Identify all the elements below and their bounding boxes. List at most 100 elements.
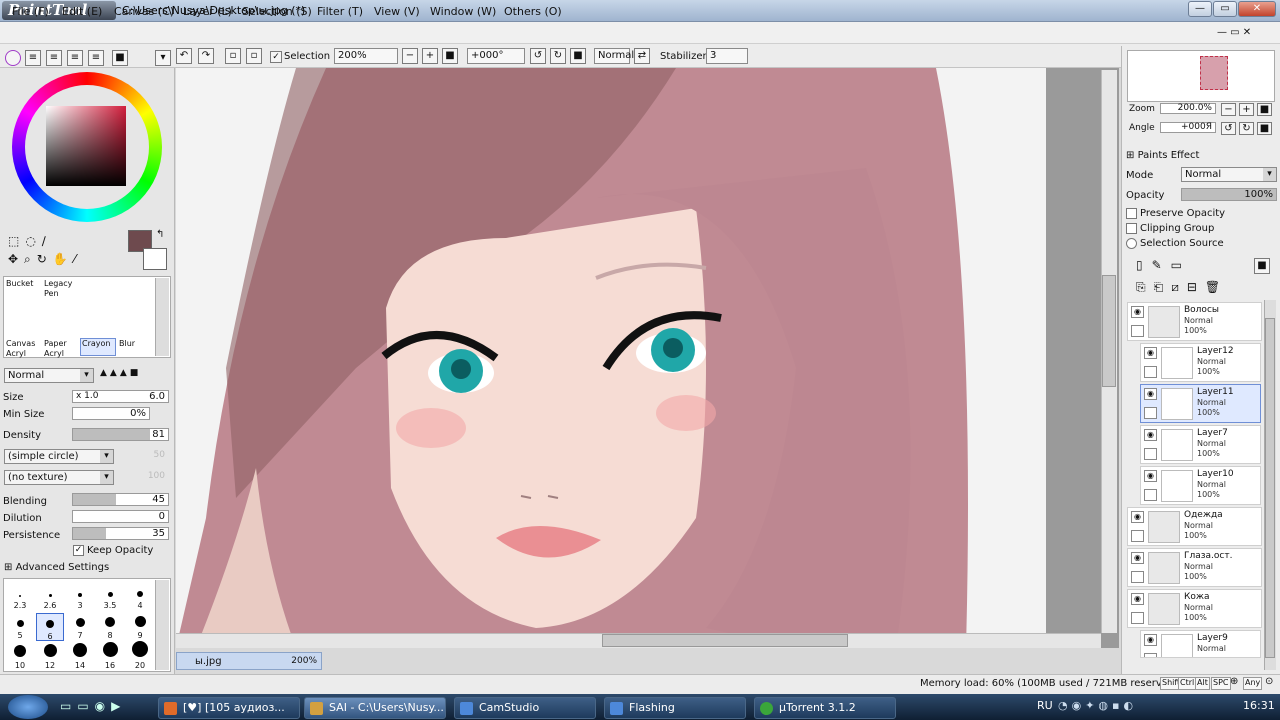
brush-size-item[interactable]: 12: [36, 643, 64, 671]
menu-window-controls[interactable]: — ▭ ✕: [1217, 27, 1251, 38]
menu-layer[interactable]: Layer (L): [183, 5, 232, 18]
layer-item[interactable]: ◉ Layer9 Normal: [1140, 630, 1261, 658]
brush-size-item[interactable]: 3.5: [96, 583, 124, 611]
clipping-group-checkbox[interactable]: [1126, 223, 1137, 234]
taskbar-item-utorrent[interactable]: µTorrent 3.1.2: [754, 697, 896, 719]
visibility-eye-icon[interactable]: ◉: [1144, 388, 1157, 400]
taskbar-item-flashing[interactable]: Flashing: [604, 697, 746, 719]
layer-lock-checkbox[interactable]: [1144, 448, 1157, 460]
layer-lock-checkbox[interactable]: [1131, 325, 1144, 337]
brush-size-item[interactable]: 9: [126, 613, 154, 641]
tool-bucket[interactable]: Bucket: [6, 279, 33, 288]
layer-lock-checkbox[interactable]: [1144, 366, 1157, 378]
layer-item[interactable]: ◉ Layer7 Normal 100%: [1140, 425, 1261, 464]
nav-zoom-out-icon[interactable]: −: [1221, 103, 1236, 116]
visibility-eye-icon[interactable]: ◉: [1131, 552, 1144, 564]
menu-canvas[interactable]: Canvas (C): [114, 5, 174, 18]
rotate-right-icon[interactable]: ↻: [550, 48, 566, 64]
layer-lock-checkbox[interactable]: [1131, 571, 1144, 583]
dilution-slider[interactable]: 0: [72, 510, 169, 523]
zoom-in-icon[interactable]: +: [422, 48, 438, 64]
layer-create-icons[interactable]: ▯✎▭: [1136, 258, 1191, 272]
navigation-tools-icon[interactable]: ✥⌕↻✋⁄: [8, 252, 118, 268]
brush-size-item[interactable]: 10: [6, 643, 34, 671]
close-button[interactable]: ✕: [1238, 1, 1276, 17]
brush-texture-select[interactable]: (no texture): [4, 470, 114, 485]
horizontal-scroll-thumb[interactable]: [602, 634, 848, 647]
visibility-eye-icon[interactable]: ◉: [1144, 634, 1157, 646]
brush-size-item[interactable]: 20: [126, 641, 154, 671]
selection-source-checkbox[interactable]: [1126, 238, 1137, 249]
swap-colors-icon[interactable]: ↰: [156, 229, 164, 240]
min-size-slider[interactable]: 0%: [72, 407, 150, 420]
layer-item[interactable]: ◉ Глаза.ост. Normal 100%: [1127, 548, 1262, 587]
blending-slider[interactable]: 45: [72, 493, 169, 506]
panel-dropdown-icon[interactable]: ▾: [155, 50, 171, 66]
saturation-value-square[interactable]: [46, 106, 126, 186]
layer-mask-icon[interactable]: ■: [1254, 258, 1270, 274]
visibility-eye-icon[interactable]: ◉: [1131, 511, 1144, 523]
rgb-slider-icon[interactable]: ≡: [25, 50, 41, 66]
maximize-button[interactable]: ▭: [1213, 1, 1237, 17]
menu-filter[interactable]: Filter (T): [317, 5, 363, 18]
brush-texture-value[interactable]: 100: [120, 471, 168, 484]
brush-edge-icons[interactable]: ▲▲▲■: [100, 368, 168, 383]
size-slider[interactable]: 6.0 x 1.0: [72, 390, 169, 403]
brush-size-item[interactable]: 8: [96, 613, 124, 641]
canvas-viewport[interactable]: [176, 68, 1119, 648]
scratchpad-icon[interactable]: ≡: [88, 50, 104, 66]
taskbar-item-camstudio[interactable]: CamStudio: [454, 697, 596, 719]
nav-rotate-left-icon[interactable]: ↺: [1221, 122, 1236, 135]
secondary-color-swatch[interactable]: [143, 248, 167, 270]
density-slider[interactable]: 81: [72, 428, 169, 441]
redo-icon[interactable]: ↷: [198, 48, 214, 64]
keep-opacity-checkbox[interactable]: ✓: [73, 545, 84, 556]
selection-tools-icon[interactable]: ⬚◌∕: [8, 234, 118, 250]
angle-dropdown[interactable]: +000°: [467, 48, 525, 64]
brush-size-item[interactable]: 5: [6, 613, 34, 641]
layer-lock-checkbox[interactable]: [1144, 407, 1157, 419]
selection-checkbox[interactable]: ✓: [270, 51, 282, 63]
layer-lock-checkbox[interactable]: [1144, 489, 1157, 501]
brush-size-scrollbar[interactable]: [155, 580, 169, 670]
navigator-preview[interactable]: [1127, 50, 1275, 102]
taskbar-item-browser[interactable]: [♥] [105 аудиоз...: [158, 697, 300, 719]
deselect-icon[interactable]: ▫: [225, 48, 241, 64]
size-multiplier[interactable]: x 1.0: [76, 391, 99, 402]
start-button[interactable]: [8, 695, 48, 719]
nav-zoom-reset-icon[interactable]: ■: [1257, 103, 1272, 116]
tool-blur[interactable]: Blur: [119, 339, 135, 348]
zoom-reset-icon[interactable]: ■: [442, 48, 458, 64]
persistence-slider[interactable]: 35: [72, 527, 169, 540]
visibility-eye-icon[interactable]: ◉: [1131, 306, 1144, 318]
user-interm-icon[interactable]: ■: [112, 50, 128, 66]
brush-shape-value[interactable]: 50: [120, 450, 168, 463]
tool-paper-acryl[interactable]: Paper Acryl: [44, 339, 74, 359]
tool-canvas-acryl[interactable]: Canvas Acryl: [6, 339, 36, 359]
nav-zoom-in-icon[interactable]: +: [1239, 103, 1254, 116]
stabilizer-dropdown[interactable]: 3: [706, 48, 748, 64]
brush-size-item[interactable]: 14: [66, 643, 94, 671]
quick-launch-icons[interactable]: ▭▭◉▶: [60, 699, 150, 715]
nav-angle-slider[interactable]: +000Я: [1160, 122, 1216, 133]
color-wheel-icon[interactable]: [5, 50, 21, 66]
brush-size-item[interactable]: 16: [96, 642, 124, 671]
layers-scroll-thumb[interactable]: [1265, 318, 1275, 658]
menu-view[interactable]: View (V): [374, 5, 420, 18]
blend-mode-select[interactable]: Normal: [594, 48, 634, 64]
menu-window[interactable]: Window (W): [430, 5, 496, 18]
zoom-out-icon[interactable]: −: [402, 48, 418, 64]
undo-icon[interactable]: ↶: [176, 48, 192, 64]
vertical-scroll-thumb[interactable]: [1102, 275, 1116, 387]
layer-item[interactable]: ◉ Одежда Normal 100%: [1127, 507, 1262, 546]
visibility-eye-icon[interactable]: ◉: [1144, 470, 1157, 482]
layer-item[interactable]: ◉ Layer11 Normal 100%: [1140, 384, 1261, 423]
rotate-left-icon[interactable]: ↺: [530, 48, 546, 64]
layer-item[interactable]: ◉ Layer12 Normal 100%: [1140, 343, 1261, 382]
flip-icon[interactable]: ⇄: [634, 48, 650, 64]
layer-action-icons[interactable]: ⎘⎗⧄⊟🗑: [1136, 280, 1228, 295]
menu-file[interactable]: File (F): [12, 5, 49, 18]
nav-zoom-slider[interactable]: 200.0%: [1160, 103, 1216, 114]
menu-selection[interactable]: Selection (S): [242, 5, 312, 18]
zoom-dropdown[interactable]: 200%: [334, 48, 398, 64]
